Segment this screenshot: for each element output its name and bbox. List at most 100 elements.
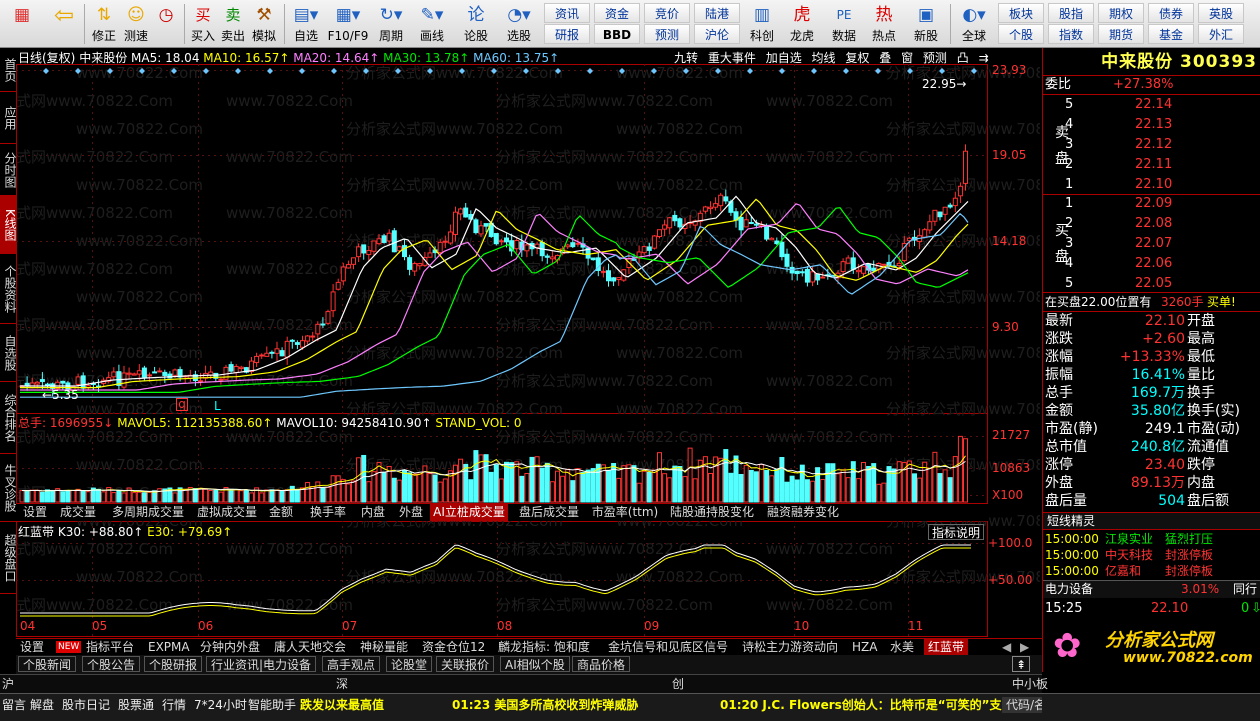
quick-news[interactable]: 资讯 (544, 3, 590, 23)
sprite-row[interactable]: 15:00:00 中天科技 封涨停板 (1043, 547, 1260, 563)
toolbar-btn-back[interactable]: ⇦ (46, 2, 82, 46)
quick-bonds[interactable]: 债券 (1148, 3, 1194, 23)
btn-pin-icon[interactable]: 凸 (957, 51, 969, 65)
tab-apps[interactable]: 应用 (0, 92, 16, 144)
vol-tab-after-hours[interactable]: 盘后成交量 (516, 504, 582, 521)
quick-sector[interactable]: 板块 (998, 3, 1044, 23)
vol-tab-ai-volume[interactable]: AI立桩成交量 (430, 504, 508, 521)
info-tab-reports[interactable]: 个股研报 (144, 656, 203, 672)
toolbar-btn-screener[interactable]: ◔▾ 选股 (498, 2, 540, 46)
quick-forex[interactable]: 外汇 (1198, 24, 1244, 44)
vol-tab-northbound[interactable]: 陆股通持股变化 (668, 504, 756, 521)
quick-auction[interactable]: 竞价 (644, 3, 690, 23)
index-sme[interactable]: 中小板 (1012, 676, 1048, 692)
toolbar-btn-ipo[interactable]: ▣ 新股 (908, 2, 944, 46)
sprite-row[interactable]: 15:00:00 江泉实业 猛烈打压 (1043, 531, 1260, 547)
ind-tab-shuimei[interactable]: 水美 (890, 639, 914, 655)
btn-expand-icon[interactable]: ⇉ (979, 51, 989, 65)
tab-intraday[interactable]: 分时图 (0, 144, 16, 196)
toolbar-btn-sell[interactable]: 卖卖出 (218, 2, 248, 46)
sector-peers[interactable]: 同行 (1233, 581, 1257, 598)
info-tab-news[interactable]: 个股新闻 (18, 656, 77, 672)
buy-level-row[interactable]: 4 22.06 (1043, 255, 1260, 273)
ind-tab-yongren[interactable]: 庸人天地交会 (274, 639, 346, 655)
btn-ma-lines[interactable]: 均线 (812, 51, 836, 65)
info-tab-experts[interactable]: 高手观点 (322, 656, 381, 672)
index-chinext[interactable]: 创 (672, 676, 684, 692)
quick-forecast[interactable]: 预测 (644, 24, 690, 44)
quick-options[interactable]: 期权 (1098, 3, 1144, 23)
indicator-help-button[interactable]: 指标说明 (928, 524, 985, 540)
toolbar-btn-clock[interactable]: ◷ (152, 2, 180, 46)
toolbar-btn-fix[interactable]: ⇅ 修正 (88, 2, 120, 46)
info-tab-commodities[interactable]: 商品价格 (572, 656, 631, 672)
sell-level-row[interactable]: 4 22.13 (1043, 116, 1260, 134)
btn-window[interactable]: 窗 (901, 51, 913, 65)
quick-hk-connect[interactable]: 陆港 (694, 3, 740, 23)
toolbar-btn-star-market[interactable]: ▥ 科创 (744, 2, 780, 46)
ind-tab-red-blue-band[interactable]: 红蓝带 (924, 639, 969, 655)
quick-shanghai-london[interactable]: 沪伦 (694, 24, 740, 44)
sprite-header[interactable]: 短线精灵 (1043, 512, 1260, 530)
status-stocktong[interactable]: 股票通 (118, 697, 154, 713)
sell-level-row[interactable]: 5 22.14 (1043, 96, 1260, 114)
btn-overlay[interactable]: 叠 (879, 51, 891, 65)
sell-level-row[interactable]: 2 22.11 (1043, 156, 1260, 174)
info-tab-forum[interactable]: 论股堂 (386, 656, 433, 672)
tab-kline[interactable]: K线图 (0, 196, 16, 254)
toolbar-btn-f10[interactable]: ▦▾ F10/F9 (326, 2, 370, 46)
kline-chart-area[interactable]: www.70822.Com 分析家公式网www.70822.Com www.7082… (16, 48, 1040, 638)
index-shanghai[interactable]: 沪 (2, 676, 14, 692)
toolbar-btn-hot[interactable]: 热热点 (866, 2, 902, 46)
ind-tab-platform[interactable]: 指标平台 (86, 639, 134, 655)
scroll-left-icon[interactable]: ◀ (1002, 639, 1011, 655)
vol-tab-outer[interactable]: 外盘 (396, 504, 426, 521)
quick-index-futures[interactable]: 股指 (1048, 3, 1094, 23)
buy-level-row[interactable]: 1 22.09 (1043, 195, 1260, 213)
toolbar-btn-watchlist[interactable]: ▤▾ 自选 (288, 2, 324, 46)
toolbar-btn-discuss[interactable]: 论论股 (456, 2, 496, 46)
status-assistant[interactable]: 智能助手 (248, 697, 296, 713)
ind-tab-fund-position[interactable]: 资金仓位12 (422, 639, 485, 655)
ind-tab-settings[interactable]: 设置 (20, 639, 44, 655)
btn-nine-turn[interactable]: 九转 (674, 51, 698, 65)
vol-tab-virtual[interactable]: 虚拟成交量 (196, 504, 258, 521)
vol-tab-volume[interactable]: 成交量 (56, 504, 100, 521)
status-analysis[interactable]: 解盘 (30, 697, 54, 713)
ind-tab-shisong[interactable]: 诗松主力游资动向 (742, 639, 838, 655)
toolbar-btn-draw[interactable]: ✎▾ 画线 (412, 2, 452, 46)
status-quotes[interactable]: 行情 (162, 697, 186, 713)
vol-tab-turnover[interactable]: 换手率 (306, 504, 350, 521)
tab-home[interactable]: 首页 (0, 48, 16, 92)
btn-adjust[interactable]: 复权 (845, 51, 869, 65)
code-search-input[interactable]: 代码/名称 (1002, 697, 1042, 713)
vol-tab-margin[interactable]: 融资融券变化 (764, 504, 842, 521)
tab-watchlist[interactable]: 自选股 (0, 324, 16, 382)
sprite-row[interactable]: 15:00:00 亿嘉和 封涨停板 (1043, 563, 1260, 579)
quick-indices[interactable]: 指数 (1048, 24, 1094, 44)
sell-level-row[interactable]: 3 22.12 (1043, 136, 1260, 154)
buy-level-row[interactable]: 3 22.07 (1043, 235, 1260, 253)
vol-tab-amount[interactable]: 金额 (266, 504, 296, 521)
info-tab-announcements[interactable]: 个股公告 (82, 656, 141, 672)
quick-uk-stocks[interactable]: 英股 (1198, 3, 1244, 23)
buy-level-row[interactable]: 2 22.08 (1043, 215, 1260, 233)
vol-tab-pe-ttm[interactable]: 市盈率(ttm) (590, 504, 660, 521)
toolbar-btn-data[interactable]: PE 数据 (826, 2, 862, 46)
status-message[interactable]: 留言 (2, 697, 26, 713)
quick-funds-2[interactable]: 基金 (1148, 24, 1194, 44)
quick-funds[interactable]: 资金 (594, 3, 640, 23)
flag-l[interactable]: L (214, 398, 221, 414)
toolbar-btn-simulate[interactable]: ⚒ 模拟 (248, 2, 280, 46)
quick-stocks[interactable]: 个股 (998, 24, 1044, 44)
vol-tab-inner[interactable]: 内盘 (358, 504, 388, 521)
info-tab-ai-similar[interactable]: AI相似个股 (500, 656, 570, 672)
btn-add-watchlist[interactable]: 加自选 (766, 51, 802, 65)
index-shenzhen[interactable]: 深 (336, 676, 348, 692)
sell-level-row[interactable]: 1 22.10 (1043, 176, 1260, 194)
info-tab-related[interactable]: 关联报价 (436, 656, 495, 672)
vol-tab-settings[interactable]: 设置 (20, 504, 50, 521)
toolbar-btn-menu[interactable]: ▦ (2, 2, 42, 46)
toolbar-btn-global[interactable]: ◐▾ 全球 (954, 2, 994, 46)
vol-tab-multi-period[interactable]: 多周期成交量 (106, 504, 190, 521)
